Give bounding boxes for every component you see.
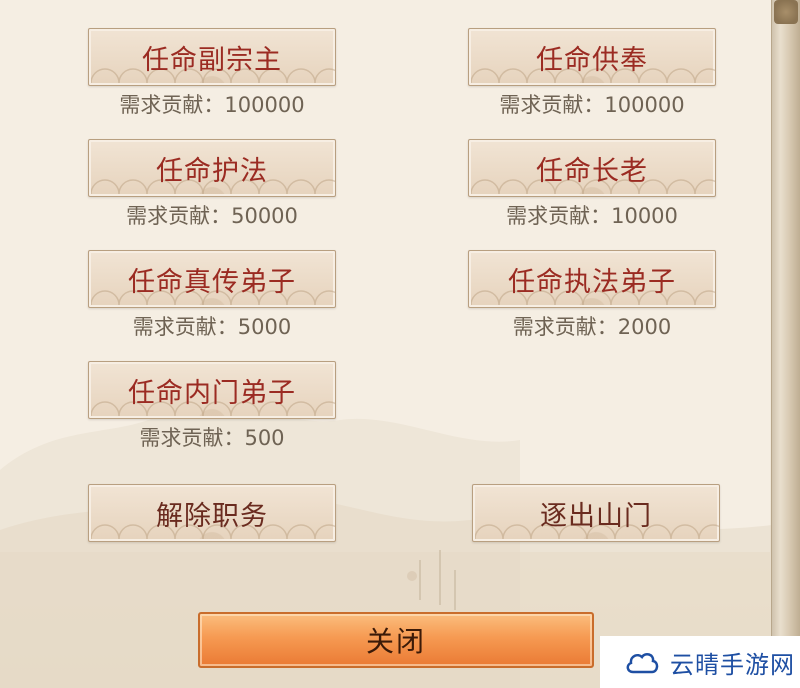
close-button[interactable]: 关闭 bbox=[198, 612, 594, 668]
button-label: 逐出山门 bbox=[540, 500, 652, 532]
requirement-text: 需求贡献：50000 bbox=[126, 204, 298, 228]
appointment-panel: 任命副宗主 需求贡献：100000 任命供奉 需求贡献：100000 任命护法 … bbox=[0, 0, 772, 688]
appoint-elder-button[interactable]: 任命长老 bbox=[468, 139, 716, 197]
requirement-text: 需求贡献：10000 bbox=[506, 204, 678, 228]
watermark-text: 云晴手游网 bbox=[670, 650, 795, 679]
requirement-text: 需求贡献：100000 bbox=[499, 93, 685, 117]
expel-from-sect-button[interactable]: 逐出山门 bbox=[472, 484, 720, 542]
button-label: 任命长老 bbox=[536, 155, 648, 187]
appoint-true-disciple-button[interactable]: 任命真传弟子 bbox=[88, 250, 336, 308]
button-label: 任命护法 bbox=[156, 155, 268, 187]
requirement-text: 需求贡献：100000 bbox=[119, 93, 305, 117]
button-label: 任命供奉 bbox=[536, 44, 648, 76]
button-label: 任命副宗主 bbox=[142, 44, 282, 76]
cloud-icon bbox=[626, 652, 659, 674]
button-label: 任命真传弟子 bbox=[128, 266, 296, 298]
dismiss-position-button[interactable]: 解除职务 bbox=[88, 484, 336, 542]
scroll-edge-decoration bbox=[771, 0, 800, 688]
appoint-inner-disciple-button[interactable]: 任命内门弟子 bbox=[88, 361, 336, 419]
appoint-honor-elder-button[interactable]: 任命供奉 bbox=[468, 28, 716, 86]
button-label: 解除职务 bbox=[156, 500, 268, 532]
watermark: 云晴手游网 bbox=[600, 636, 800, 688]
appoint-vice-master-button[interactable]: 任命副宗主 bbox=[88, 28, 336, 86]
requirement-text: 需求贡献：5000 bbox=[132, 315, 292, 339]
appoint-protector-button[interactable]: 任命护法 bbox=[88, 139, 336, 197]
button-label: 任命内门弟子 bbox=[128, 377, 296, 409]
requirement-text: 需求贡献：500 bbox=[139, 426, 285, 450]
close-button-label: 关闭 bbox=[365, 625, 426, 658]
requirement-text: 需求贡献：2000 bbox=[512, 315, 672, 339]
appoint-law-disciple-button[interactable]: 任命执法弟子 bbox=[468, 250, 716, 308]
scroll-cap-top bbox=[774, 0, 798, 24]
button-label: 任命执法弟子 bbox=[508, 266, 676, 298]
